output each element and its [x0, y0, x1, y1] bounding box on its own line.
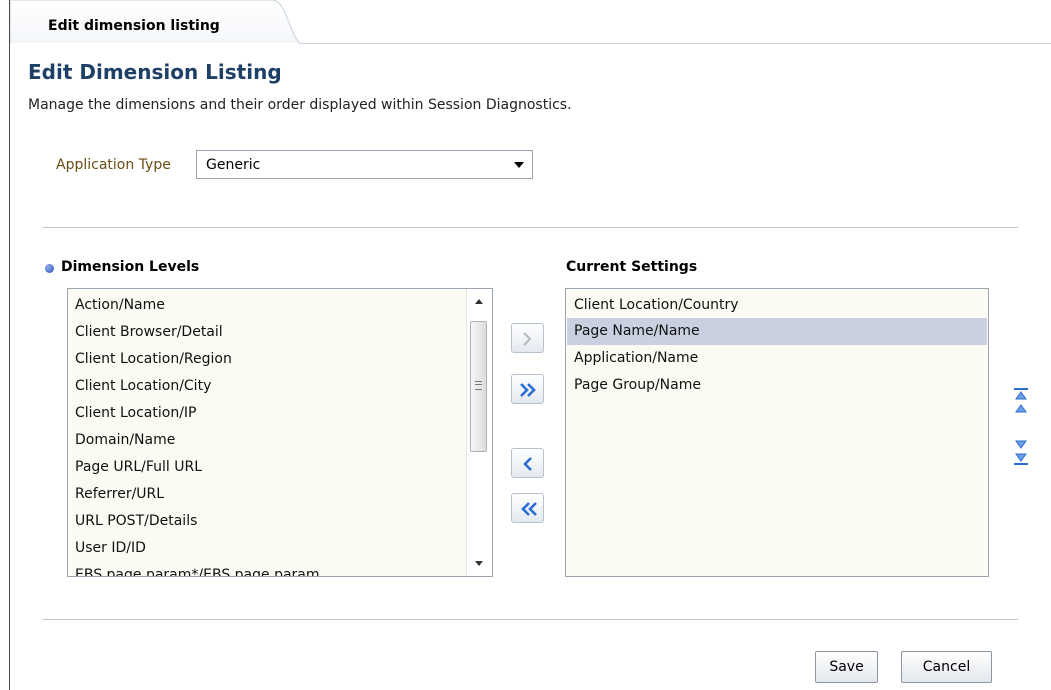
move-down-icon: [1015, 440, 1027, 449]
current-settings-list[interactable]: Client Location/Country Page Name/Name A…: [565, 288, 989, 577]
move-right-icon: [523, 332, 532, 346]
list-item[interactable]: Page URL/Full URL: [68, 454, 465, 481]
remove-all-button[interactable]: [511, 493, 544, 523]
move-to-bottom-button[interactable]: [1013, 452, 1029, 466]
move-down-button[interactable]: [1013, 437, 1029, 451]
move-all-left-icon: [521, 502, 537, 516]
list-item[interactable]: Client Location/Country: [567, 292, 987, 319]
list-item[interactable]: Referrer/URL: [68, 481, 465, 508]
save-button[interactable]: Save: [815, 651, 878, 683]
dimension-levels-heading: Dimension Levels: [61, 259, 200, 275]
grip-icon: [475, 381, 482, 390]
move-left-icon: [523, 457, 532, 471]
move-up-icon: [1015, 404, 1027, 413]
list-item[interactable]: Application/Name: [567, 345, 987, 372]
page-title: Edit Dimension Listing: [28, 60, 282, 84]
move-up-button[interactable]: [1013, 402, 1029, 416]
move-button[interactable]: [511, 323, 544, 353]
scrollbar-thumb[interactable]: [470, 321, 487, 452]
list-item[interactable]: EBS page param*/EBS page param: [68, 562, 465, 576]
chevron-down-icon: [514, 162, 524, 168]
tab-label: Edit dimension listing: [48, 18, 220, 34]
move-to-top-button[interactable]: [1013, 387, 1029, 401]
application-type-value: Generic: [206, 157, 261, 173]
list-item[interactable]: URL POST/Details: [68, 508, 465, 535]
application-type-select[interactable]: Generic: [196, 150, 533, 179]
list-item[interactable]: Client Browser/Detail: [68, 319, 465, 346]
cancel-button[interactable]: Cancel: [901, 651, 992, 683]
required-dot-icon: [45, 264, 54, 273]
move-all-right-icon: [520, 383, 536, 397]
remove-button[interactable]: [511, 448, 544, 478]
scroll-up-icon[interactable]: [475, 299, 483, 304]
dimension-levels-list[interactable]: Action/Name Client Browser/Detail Client…: [67, 288, 493, 577]
list-item[interactable]: Domain/Name: [68, 427, 465, 454]
move-to-bottom-icon: [1014, 453, 1028, 465]
list-item[interactable]: User ID/ID: [68, 535, 465, 562]
vertical-scrollbar[interactable]: [466, 289, 492, 576]
tab-edit-dimension-listing[interactable]: Edit dimension listing: [10, 0, 300, 44]
scroll-down-icon[interactable]: [475, 561, 483, 566]
move-to-top-icon: [1014, 388, 1028, 400]
page-description: Manage the dimensions and their order di…: [28, 97, 572, 113]
divider-bottom: [43, 619, 1018, 620]
list-item[interactable]: Client Location/Region: [68, 346, 465, 373]
window-left-border: [9, 0, 10, 690]
list-item-selected[interactable]: Page Name/Name: [567, 318, 987, 345]
current-settings-heading: Current Settings: [566, 259, 698, 275]
list-item[interactable]: Page Group/Name: [567, 372, 987, 399]
list-item[interactable]: Client Location/City: [68, 373, 465, 400]
list-item[interactable]: Action/Name: [68, 292, 465, 319]
application-type-label: Application Type: [56, 157, 171, 173]
list-item[interactable]: Client Location/IP: [68, 400, 465, 427]
divider-top: [43, 227, 1018, 228]
move-all-button[interactable]: [511, 374, 544, 404]
